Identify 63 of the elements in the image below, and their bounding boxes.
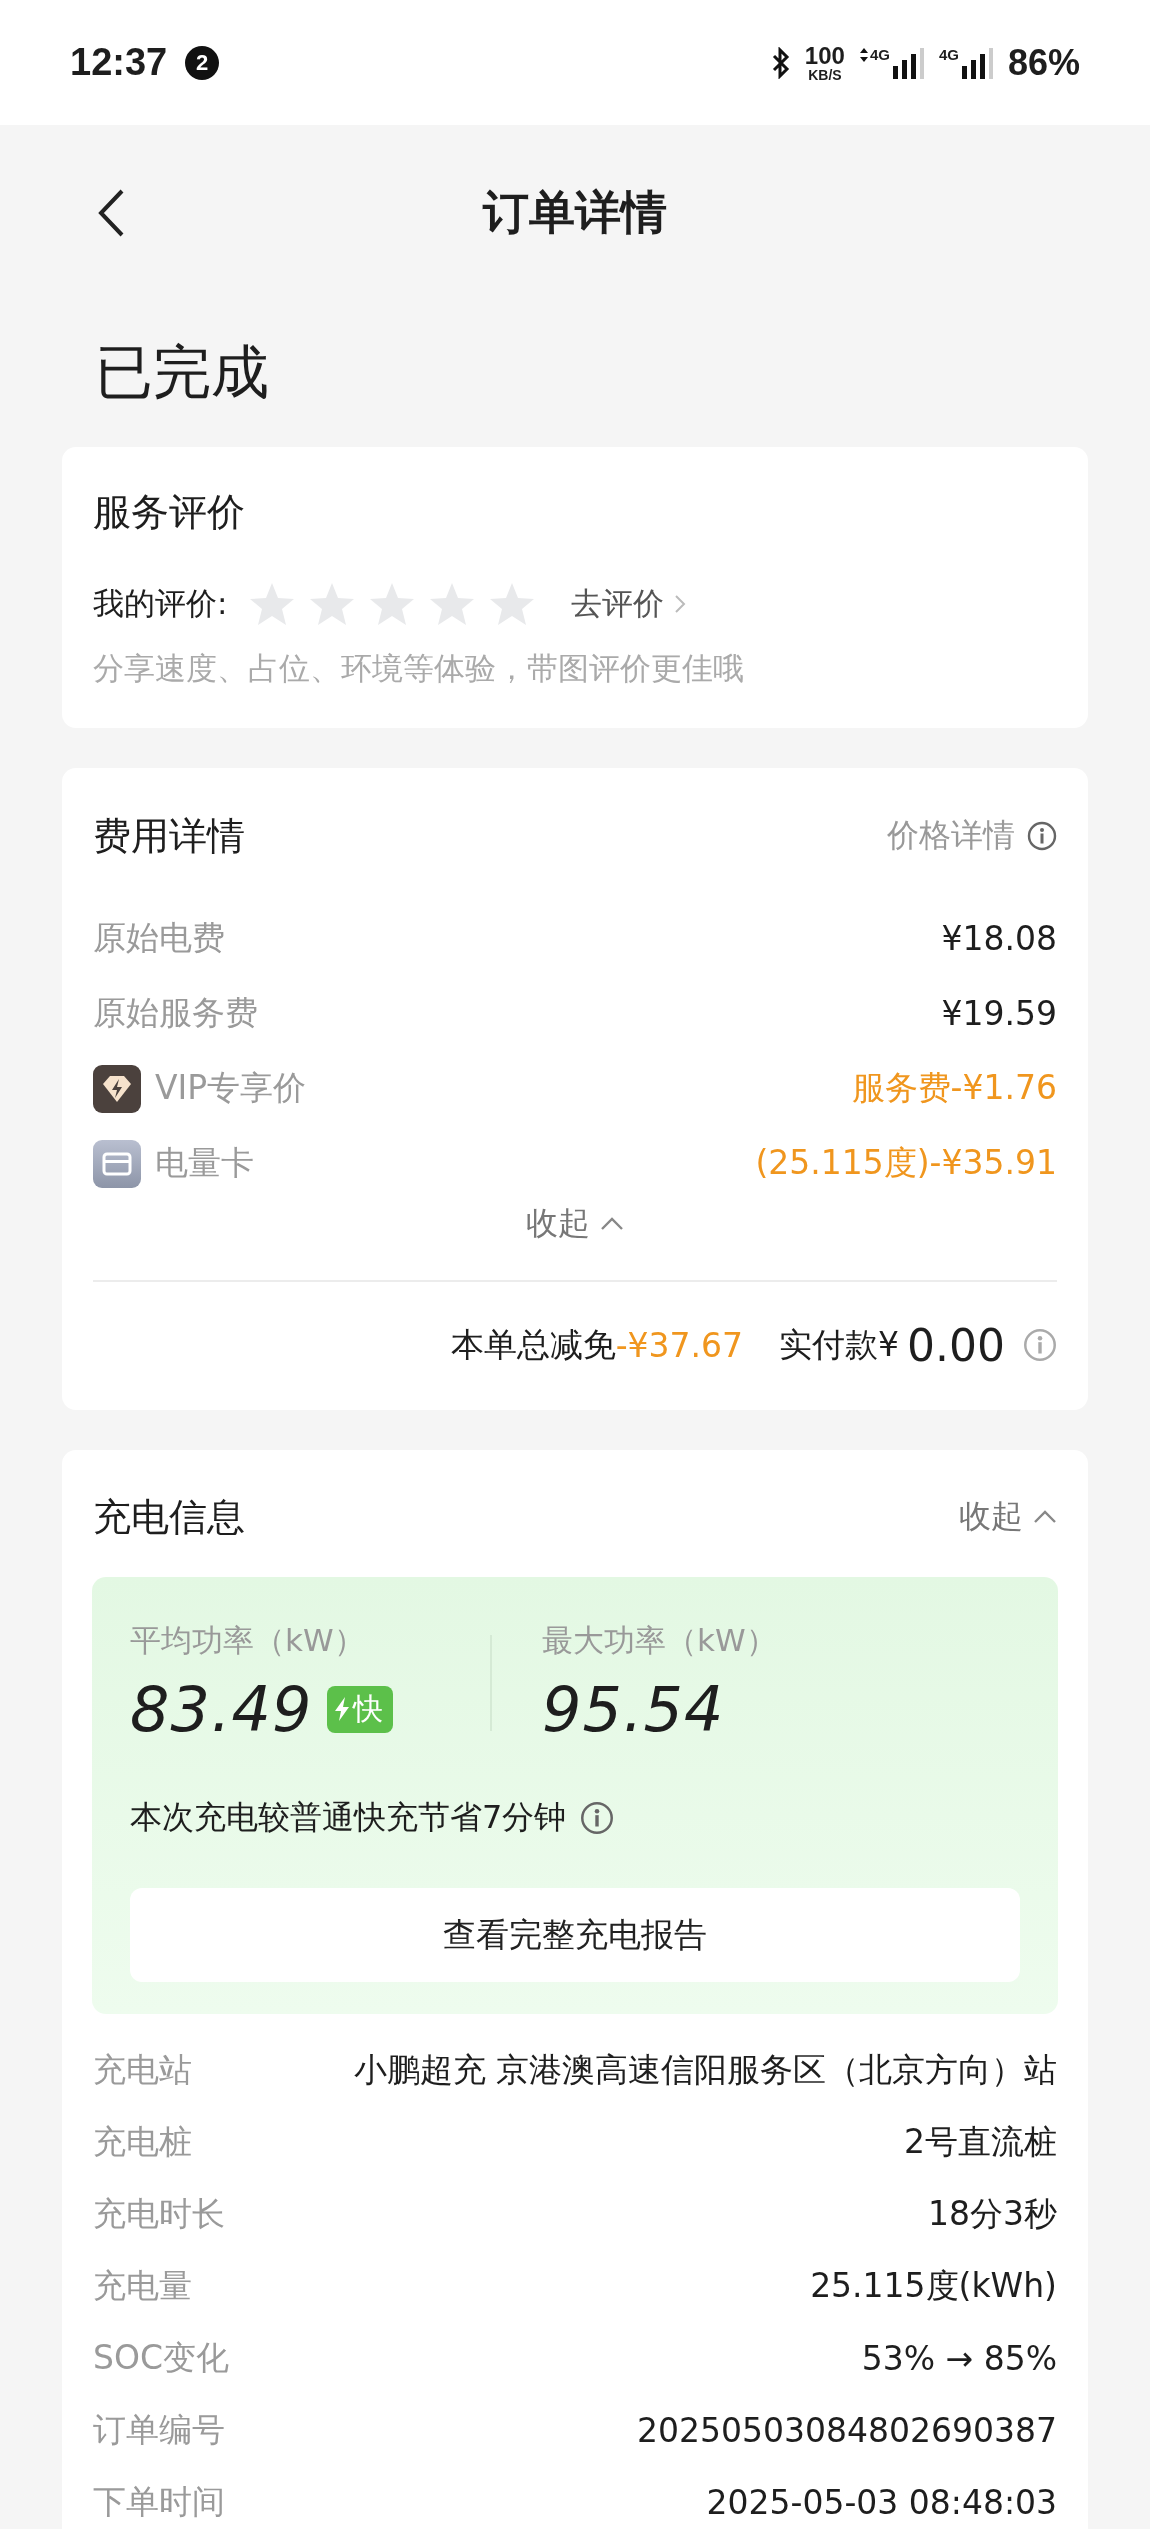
back-icon[interactable] xyxy=(96,188,126,238)
notification-count-badge: 2 xyxy=(185,45,220,80)
fee-label: 电量卡 xyxy=(155,1142,254,1184)
clock-time: 12:37 xyxy=(70,41,168,84)
fee-amount: ¥18.08 xyxy=(941,919,1057,958)
battery-percentage: 86% xyxy=(1007,41,1080,84)
time-saved-note: 本次充电较普通快充节省7分钟 xyxy=(130,1797,567,1838)
detail-label: 充电量 xyxy=(93,2264,192,2307)
detail-value: 18分3秒 xyxy=(928,2192,1057,2235)
amount-paid: 0.00 xyxy=(907,1319,1005,1371)
detail-label: 充电时长 xyxy=(93,2192,225,2235)
section-title: 充电信息 xyxy=(93,1494,245,1541)
total-discount-label: 本单总减免 xyxy=(450,1323,616,1366)
info-icon[interactable] xyxy=(580,1801,615,1835)
detail-label: SOC变化 xyxy=(93,2336,229,2379)
order-status: 已完成 xyxy=(95,337,270,407)
network-type-label: 4G xyxy=(869,45,890,63)
detail-label: 订单编号 xyxy=(93,2408,225,2451)
chevron-right-icon xyxy=(674,594,687,614)
signal-bars-icon xyxy=(959,45,994,80)
view-report-button[interactable]: 查看完整充电报告 xyxy=(130,1888,1020,1982)
rate-link[interactable]: 去评价 xyxy=(571,583,687,625)
chevron-up-icon xyxy=(1033,1510,1057,1524)
detail-value: 25.115度(kWh) xyxy=(810,2264,1057,2307)
amount-paid-label: 实付款¥ xyxy=(779,1323,900,1366)
fee-label: 原始服务费 xyxy=(93,992,258,1034)
chevron-up-icon xyxy=(600,1216,624,1231)
rating-label: 我的评价: xyxy=(93,584,228,623)
detail-label: 充电站 xyxy=(93,2048,192,2091)
fee-amount: (25.115度)-¥35.91 xyxy=(755,1142,1057,1184)
section-title: 服务评价 xyxy=(93,489,246,536)
total-discount-amount: -¥37.67 xyxy=(615,1325,744,1365)
fee-label: 原始电费 xyxy=(93,917,225,959)
network-speed-unit: KB/S xyxy=(808,67,842,82)
price-details-link[interactable]: 价格详情 xyxy=(887,814,1057,858)
detail-value: 2025-05-03 08:48:03 xyxy=(706,2482,1057,2522)
stat-label: 最大功率（kW） xyxy=(542,1622,778,1658)
fee-label: VIP专享价 xyxy=(155,1067,307,1109)
collapse-toggle[interactable]: 收起 xyxy=(526,1201,624,1246)
detail-value: 小鹏超充 京港澳高速信阳服务区（北京方向）站 xyxy=(353,2048,1057,2091)
stat-value: 95.54 xyxy=(542,1672,725,1746)
bluetooth-icon xyxy=(770,46,791,79)
page-title: 订单详情 xyxy=(483,184,667,241)
fee-amount: 服务费-¥1.76 xyxy=(851,1067,1057,1109)
section-title: 费用详情 xyxy=(93,813,245,860)
network-type-label: 4G xyxy=(938,45,959,63)
fast-charge-badge: 快 xyxy=(326,1685,393,1733)
bolt-icon xyxy=(332,1696,351,1722)
detail-value: 53% → 85% xyxy=(861,2338,1057,2378)
collapse-toggle[interactable]: 收起 xyxy=(959,1495,1057,1539)
detail-value: 20250503084802690387 xyxy=(637,2410,1057,2450)
network-speed: 100 xyxy=(804,43,845,68)
rating-hint: 分享速度、占位、环境等体验，带图评价更佳哦 xyxy=(93,649,745,688)
card-icon xyxy=(93,1139,141,1188)
diamond-bolt-icon xyxy=(93,1064,141,1113)
detail-label: 充电桩 xyxy=(93,2120,192,2163)
detail-value: 2号直流桩 xyxy=(904,2120,1057,2163)
stat-label: 平均功率（kW） xyxy=(130,1622,366,1658)
detail-label: 下单时间 xyxy=(93,2480,225,2523)
info-icon xyxy=(1027,821,1057,851)
signal-bars-icon xyxy=(890,45,925,80)
stat-value: 83.49 xyxy=(130,1672,313,1746)
fee-amount: ¥19.59 xyxy=(941,994,1057,1033)
